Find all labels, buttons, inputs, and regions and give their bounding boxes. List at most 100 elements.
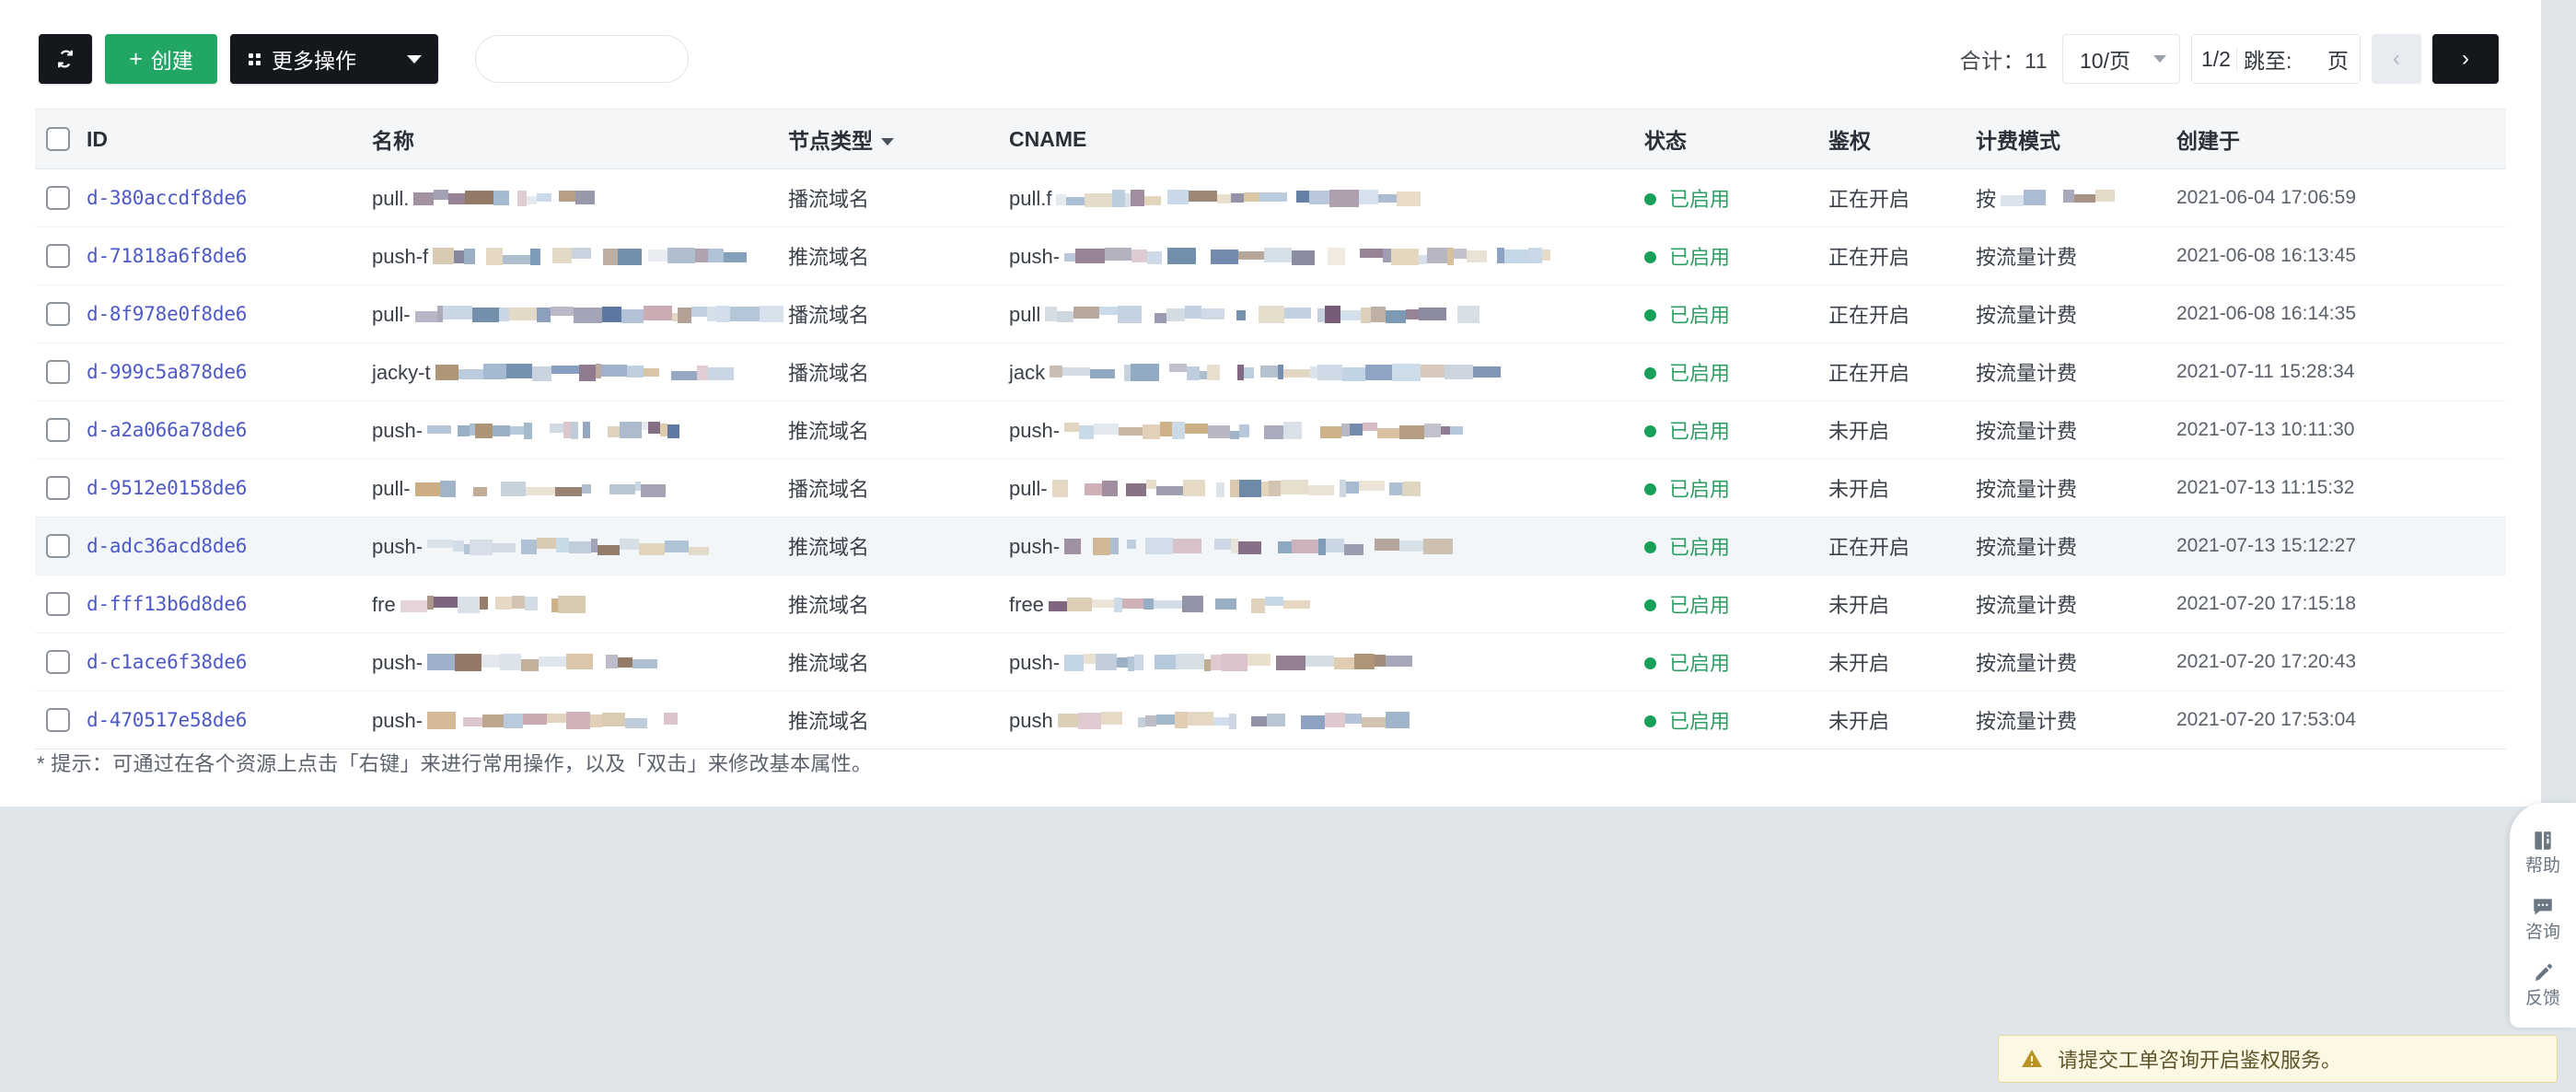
billing-mode: 按流量计费 bbox=[1976, 420, 2078, 443]
domain-id-link[interactable]: d-9512e0158de6 bbox=[87, 477, 247, 499]
dock-item-consult[interactable]: 咨询 bbox=[2510, 886, 2576, 948]
column-header-created[interactable]: 创建于 bbox=[2176, 123, 2506, 155]
sort-descending-icon[interactable] bbox=[881, 138, 894, 145]
cname-prefix: push- bbox=[1009, 650, 1061, 674]
domain-id-link[interactable]: d-380accdf8de6 bbox=[87, 187, 247, 209]
cell-name: push- bbox=[372, 707, 788, 732]
status-dot-icon bbox=[1644, 251, 1656, 263]
domain-id-link[interactable]: d-fff13b6d8de6 bbox=[87, 593, 247, 615]
column-header-auth[interactable]: 鉴权 bbox=[1828, 123, 1976, 155]
cell-created-at: 2021-06-08 16:13:45 bbox=[2176, 245, 2356, 266]
warning-toast: 请提交工单咨询开启鉴权服务。 bbox=[1998, 1035, 2558, 1083]
dock-item-feedback-label: 反馈 bbox=[2524, 989, 2560, 1008]
table-row[interactable]: d-8f978e0f8de6 pull- 播流域名 pull 已启用 正在开启 按流量计费 2… bbox=[35, 285, 2506, 343]
search-input[interactable] bbox=[475, 35, 689, 83]
cell-cname: pull bbox=[1009, 301, 1644, 326]
page-unit-label: 页 bbox=[2327, 49, 2349, 73]
domain-id-link[interactable]: d-71818a6f8de6 bbox=[87, 245, 247, 267]
status-badge: 已启用 bbox=[1669, 652, 1731, 675]
prev-page-button[interactable]: ‹ bbox=[2372, 34, 2421, 84]
cell-auth: 正在开启 bbox=[1828, 536, 1910, 559]
table-row[interactable]: d-c1ace6f38de6 push- 推流域名 push- 已启用 未开启 按流量计费 2… bbox=[35, 633, 2506, 691]
cname-prefix: push- bbox=[1009, 534, 1061, 558]
refresh-button[interactable] bbox=[39, 34, 92, 84]
row-checkbox[interactable] bbox=[46, 244, 70, 268]
row-checkbox[interactable] bbox=[46, 418, 70, 442]
select-all-checkbox[interactable] bbox=[46, 127, 70, 151]
table-row[interactable]: d-999c5a878de6 jacky-t 播流域名 jack 已启用 正在开启 按流量计… bbox=[35, 343, 2506, 401]
row-checkbox[interactable] bbox=[46, 708, 70, 732]
cell-id: d-999c5a878de6 bbox=[87, 360, 372, 384]
column-header-billing[interactable]: 计费模式 bbox=[1976, 123, 2176, 155]
cell-status: 已启用 bbox=[1644, 473, 1828, 503]
table-row[interactable]: d-a2a066a78de6 push- 推流域名 push- 已启用 未开启 按流量计费 2… bbox=[35, 401, 2506, 459]
create-button[interactable]: + 创建 bbox=[105, 34, 217, 84]
column-header-status[interactable]: 状态 bbox=[1644, 123, 1828, 155]
cell-cname: free bbox=[1009, 591, 1644, 616]
domain-id-link[interactable]: d-999c5a878de6 bbox=[87, 361, 247, 383]
table-row[interactable]: d-71818a6f8de6 push-f 推流域名 push- 已启用 正在开启 按流量计… bbox=[35, 227, 2506, 285]
cname-prefix: pull- bbox=[1009, 476, 1048, 500]
row-checkbox[interactable] bbox=[46, 360, 70, 384]
column-header-cname[interactable]: CNAME bbox=[1009, 127, 1644, 152]
cell-node-type: 推流域名 bbox=[788, 246, 870, 269]
dock-item-help[interactable]: 帮助 bbox=[2510, 819, 2576, 882]
status-dot-icon bbox=[1644, 425, 1656, 437]
domain-name-prefix: push- bbox=[372, 418, 424, 442]
row-checkbox[interactable] bbox=[46, 186, 70, 210]
domain-name-prefix: push- bbox=[372, 708, 424, 732]
row-select-cell bbox=[35, 418, 87, 442]
status-badge: 已启用 bbox=[1669, 188, 1731, 211]
table-hint-text: * 提示：可通过在各个资源上点击「右键」来进行常用操作，以及「双击」来修改基本属… bbox=[37, 752, 873, 775]
cell-name: push- bbox=[372, 649, 788, 674]
cell-cname: pull.f bbox=[1009, 185, 1644, 210]
domain-id-link[interactable]: d-c1ace6f38de6 bbox=[87, 651, 247, 673]
dock-item-feedback[interactable]: 反馈 bbox=[2510, 952, 2576, 1015]
table-row[interactable]: d-adc36acd8de6 push- 推流域名 push- 已启用 正在开启 按流量计费… bbox=[35, 517, 2506, 575]
domain-id-link[interactable]: d-8f978e0f8de6 bbox=[87, 303, 247, 325]
table-row[interactable]: d-fff13b6d8de6 fre 推流域名 free 已启用 未开启 按流量计费 2021… bbox=[35, 575, 2506, 633]
column-header-type[interactable]: 节点类型 bbox=[788, 123, 1009, 155]
page-size-select[interactable]: 10/页 bbox=[2062, 34, 2180, 84]
status-badge: 已启用 bbox=[1669, 478, 1731, 501]
status-badge: 已启用 bbox=[1669, 304, 1731, 327]
column-header-id[interactable]: ID bbox=[87, 127, 372, 152]
cell-auth: 未开启 bbox=[1828, 478, 1890, 501]
cell-cname: jack bbox=[1009, 359, 1644, 384]
more-actions-button[interactable]: 更多操作 bbox=[230, 34, 438, 84]
cell-name: push- bbox=[372, 417, 788, 442]
column-header-name[interactable]: 名称 bbox=[372, 123, 788, 155]
domain-id-link[interactable]: d-a2a066a78de6 bbox=[87, 419, 247, 441]
cell-id: d-380accdf8de6 bbox=[87, 186, 372, 210]
cell-billing: 按流量计费 bbox=[1976, 705, 2176, 735]
cell-status: 已启用 bbox=[1644, 357, 1828, 387]
status-dot-icon bbox=[1644, 599, 1656, 611]
status-badge: 已启用 bbox=[1669, 246, 1731, 269]
domain-name-prefix: push- bbox=[372, 650, 424, 674]
row-checkbox[interactable] bbox=[46, 476, 70, 500]
cell-auth: 正在开启 bbox=[1828, 188, 1910, 211]
cell-billing: 按 bbox=[1976, 183, 2176, 213]
page-fraction-label: 1/2 bbox=[2201, 46, 2237, 72]
table-row[interactable]: d-470517e58de6 push- 推流域名 push 已启用 未开启 按流量计费 20… bbox=[35, 691, 2506, 749]
cell-name: pull- bbox=[372, 301, 788, 326]
row-checkbox[interactable] bbox=[46, 650, 70, 674]
row-checkbox[interactable] bbox=[46, 302, 70, 326]
billing-mode: 按流量计费 bbox=[1976, 246, 2078, 269]
cell-name: jacky-t bbox=[372, 359, 788, 384]
table-row[interactable]: d-9512e0158de6 pull- 播流域名 pull- 已启用 未开启 按流量计费 2… bbox=[35, 459, 2506, 517]
page-jump-group[interactable]: 1/2 跳至: 页 bbox=[2191, 34, 2361, 84]
plus-icon: + bbox=[129, 45, 143, 72]
cell-auth: 正在开启 bbox=[1828, 362, 1910, 385]
page-jump-input[interactable] bbox=[2292, 45, 2324, 73]
page-size-value: 10/页 bbox=[2080, 49, 2130, 73]
row-checkbox[interactable] bbox=[46, 592, 70, 616]
domain-id-link[interactable]: d-adc36acd8de6 bbox=[87, 535, 247, 557]
table-row[interactable]: d-380accdf8de6 pull. 播流域名 pull.f 已启用 正在开启 按 202… bbox=[35, 169, 2506, 227]
cell-created-at: 2021-07-13 15:12:27 bbox=[2176, 535, 2356, 556]
row-checkbox[interactable] bbox=[46, 534, 70, 558]
pencil-feedback-icon bbox=[2531, 961, 2555, 985]
cell-cname: push- bbox=[1009, 649, 1644, 674]
domain-id-link[interactable]: d-470517e58de6 bbox=[87, 709, 247, 731]
next-page-button[interactable]: › bbox=[2432, 34, 2499, 84]
